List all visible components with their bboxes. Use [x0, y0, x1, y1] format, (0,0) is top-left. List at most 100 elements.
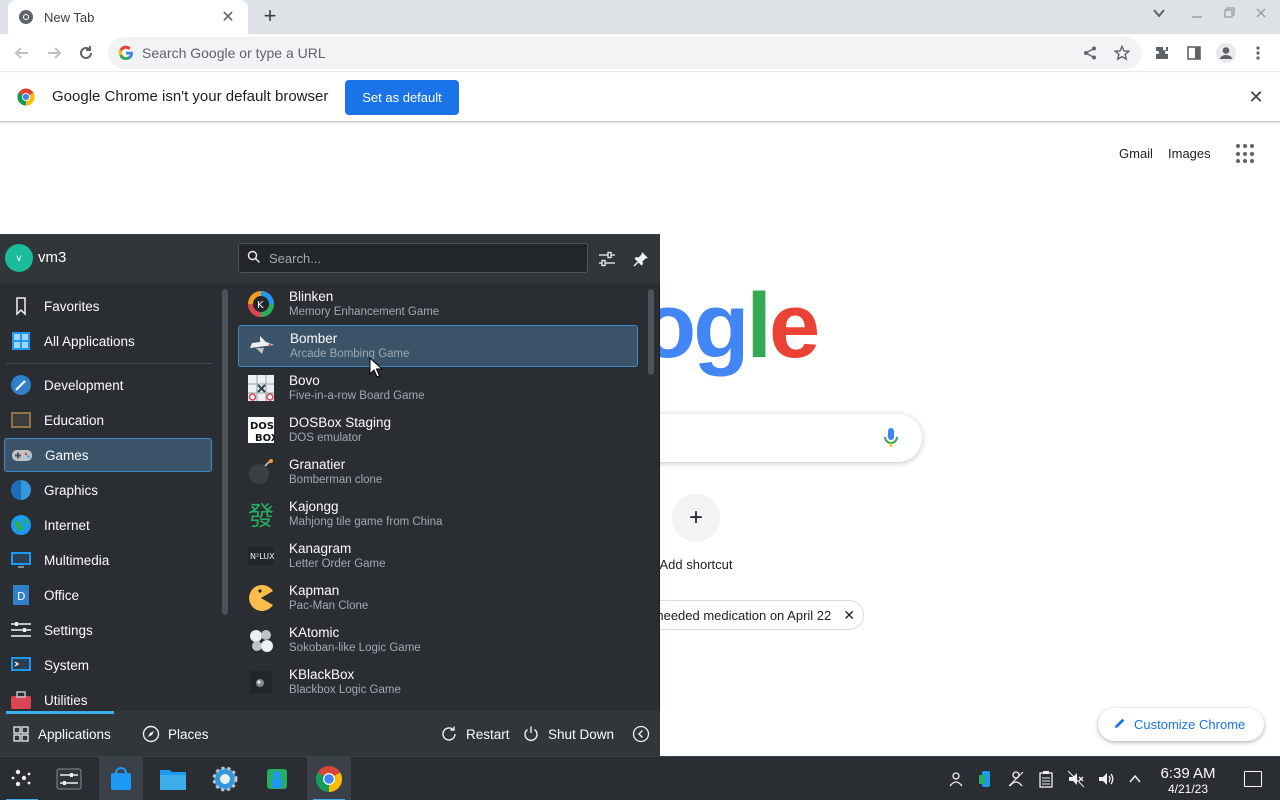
close-window-button[interactable]	[1247, 6, 1275, 28]
kde-connect-taskbar-icon[interactable]	[255, 757, 299, 800]
shutdown-button[interactable]: Shut Down	[522, 711, 614, 757]
toolbox-icon	[10, 689, 32, 711]
customize-chrome-button[interactable]: Customize Chrome	[1098, 708, 1264, 741]
settings-gear-taskbar-icon[interactable]	[203, 757, 247, 800]
google-apps-icon[interactable]	[1234, 142, 1258, 166]
svg-text:發: 發	[248, 502, 274, 528]
chevron-up-icon[interactable]	[1125, 769, 1145, 789]
infobar-close-icon[interactable]: ✕	[1246, 87, 1266, 107]
bookmark-star-icon[interactable]	[1110, 41, 1134, 65]
launcher-header: v vm3 Search...	[0, 235, 660, 283]
category-office[interactable]: D Office	[4, 578, 212, 612]
new-tab-button[interactable]: +	[258, 5, 282, 29]
kanagram-icon: N²LUX	[246, 541, 276, 571]
category-graphics[interactable]: Graphics	[4, 473, 212, 507]
pin-icon[interactable]	[630, 248, 652, 270]
app-item-granatier[interactable]: Granatier Bomberman clone	[238, 451, 638, 493]
app-item-bomber[interactable]: Bomber Arcade Bombing Game	[238, 325, 638, 367]
show-desktop-button[interactable]	[1244, 771, 1262, 787]
configure-icon[interactable]	[596, 248, 618, 270]
app-item-katomic[interactable]: KAtomic Sokoban-like Logic Game	[238, 619, 638, 661]
browser-toolbar: Search Google or type a URL	[0, 34, 1280, 72]
add-shortcut-button[interactable]: +	[672, 494, 720, 542]
leave-options-button[interactable]	[632, 711, 658, 757]
application-launcher-button[interactable]	[0, 757, 44, 800]
tab-strip: New Tab ✕ +	[0, 0, 1280, 34]
gmail-link[interactable]: Gmail	[1119, 146, 1153, 161]
app-list-scrollbar[interactable]	[648, 289, 654, 375]
category-development[interactable]: Development	[4, 368, 212, 402]
audio-muted-icon[interactable]	[1066, 769, 1086, 789]
category-all-applications[interactable]: All Applications	[4, 324, 212, 358]
app-item-kajongg[interactable]: 發 Kajongg Mahjong tile game from China	[238, 493, 638, 535]
omnibox[interactable]: Search Google or type a URL	[108, 37, 1142, 69]
app-item-kapman[interactable]: Kapman Pac-Man Clone	[238, 577, 638, 619]
app-item-dosbox-staging[interactable]: DOS BOX DOSBox Staging DOS emulator	[238, 409, 638, 451]
grid-icon	[10, 330, 32, 352]
tab-search-icon[interactable]	[1145, 6, 1173, 28]
category-games[interactable]: Games	[4, 438, 212, 472]
applications-tab-label: Applications	[38, 726, 111, 742]
images-link[interactable]: Images	[1168, 146, 1211, 161]
category-system[interactable]: System	[4, 648, 212, 682]
tab-close-icon[interactable]: ✕	[218, 7, 238, 27]
app-item-kanagram[interactable]: N²LUX Kanagram Letter Order Game	[238, 535, 638, 577]
places-tab[interactable]: Places	[142, 711, 209, 757]
avatar[interactable]: v	[5, 244, 33, 272]
restart-label: Restart	[466, 726, 510, 742]
category-scrollbar[interactable]	[222, 289, 228, 615]
category-multimedia[interactable]: Multimedia	[4, 543, 212, 577]
app-name: Bovo	[289, 372, 320, 388]
app-description: Pac-Man Clone	[289, 599, 369, 612]
chip-close-icon[interactable]: ✕	[843, 607, 855, 624]
set-as-default-button[interactable]: Set as default	[345, 80, 459, 115]
system-settings-taskbar-icon[interactable]	[47, 757, 91, 800]
category-utilities[interactable]: Utilities	[4, 683, 212, 711]
tab-new-tab[interactable]: New Tab ✕	[8, 0, 248, 34]
kblackbox-icon	[246, 667, 276, 697]
restore-button[interactable]	[1215, 6, 1243, 28]
clock-date[interactable]: 4/21/23	[1152, 782, 1224, 796]
category-education[interactable]: Education	[4, 403, 212, 437]
launcher-search-placeholder: Search...	[269, 250, 322, 266]
svg-text:D: D	[17, 590, 25, 603]
app-item-kblackbox[interactable]: KBlackBox Blackbox Logic Game	[238, 661, 638, 703]
extensions-icon[interactable]	[1150, 41, 1174, 65]
chrome-taskbar-icon[interactable]	[307, 757, 351, 800]
category-favorites[interactable]: Favorites	[4, 289, 212, 323]
user-switch-icon[interactable]	[946, 769, 966, 789]
chrome-menu-icon[interactable]	[1246, 41, 1270, 65]
side-panel-icon[interactable]	[1182, 41, 1206, 65]
chevron-left-circle-icon	[632, 725, 650, 743]
app-name: Granatier	[289, 456, 346, 472]
volume-icon[interactable]	[1096, 769, 1116, 789]
clipboard-icon[interactable]	[1036, 769, 1056, 789]
discover-taskbar-icon[interactable]	[99, 757, 143, 800]
clock-time[interactable]: 6:39 AM	[1152, 765, 1224, 782]
minimize-button[interactable]	[1183, 6, 1211, 28]
app-item-bovo[interactable]: Bovo Five-in-a-row Board Game	[238, 367, 638, 409]
profile-icon[interactable]	[1214, 41, 1238, 65]
applications-tab[interactable]: Applications	[12, 711, 111, 757]
category-settings[interactable]: Settings	[4, 613, 212, 647]
reload-button[interactable]	[75, 42, 97, 64]
voice-search-icon[interactable]	[882, 426, 900, 450]
network-icon[interactable]	[1006, 769, 1026, 789]
category-label: Multimedia	[44, 552, 110, 568]
app-description: Memory Enhancement Game	[289, 305, 440, 318]
share-icon[interactable]	[1078, 41, 1102, 65]
back-button[interactable]	[11, 42, 33, 64]
app-item-blinken[interactable]: K Blinken Memory Enhancement Game	[238, 283, 638, 325]
category-label: Office	[44, 587, 80, 603]
svg-text:K: K	[257, 300, 264, 311]
kajongg-icon: 發	[246, 499, 276, 529]
kde-connect-tray-icon[interactable]	[976, 769, 996, 789]
application-launcher: v vm3 Search... Favorites All Applicatio	[0, 234, 660, 757]
forward-button[interactable]	[43, 42, 65, 64]
file-manager-taskbar-icon[interactable]	[151, 757, 195, 800]
launcher-search-input[interactable]: Search...	[238, 243, 588, 273]
app-name: Blinken	[289, 288, 334, 304]
category-list: Favorites All Applications Development E…	[0, 283, 216, 711]
restart-button[interactable]: Restart	[440, 711, 510, 757]
category-internet[interactable]: Internet	[4, 508, 212, 542]
